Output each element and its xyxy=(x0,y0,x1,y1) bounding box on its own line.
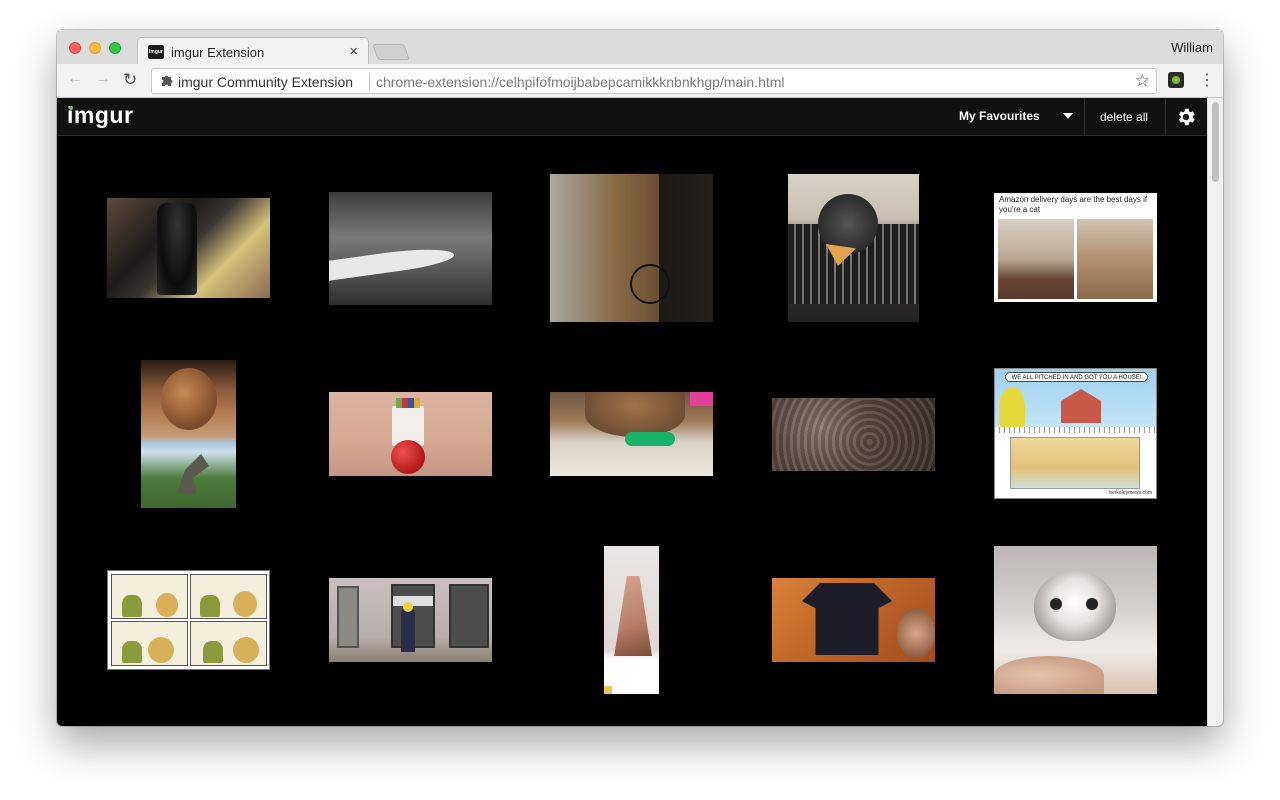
gallery-thumbnail[interactable] xyxy=(772,398,935,471)
browser-toolbar: ← → ↻ imgur Community Extension chrome-e… xyxy=(57,64,1223,98)
page-scrollbar[interactable] xyxy=(1207,98,1223,726)
profile-name[interactable]: William xyxy=(1171,40,1213,55)
imgur-logo[interactable]: imgur xyxy=(67,102,133,129)
gallery-thumbnail[interactable] xyxy=(329,578,492,662)
browser-tab[interactable]: imgur imgur Extension × xyxy=(137,37,369,65)
tab-close-icon[interactable]: × xyxy=(349,43,358,60)
gallery-thumbnail[interactable] xyxy=(107,198,270,298)
address-bar[interactable]: imgur Community Extension chrome-extensi… xyxy=(151,68,1157,94)
extension-button-icon[interactable] xyxy=(1168,72,1184,88)
page-viewport: imgur My Favourites delete all Amazon de… xyxy=(57,98,1223,726)
gallery-thumbnail[interactable] xyxy=(550,392,713,476)
url-text[interactable]: chrome-extension://celhpifofmoijbabepcam… xyxy=(376,74,785,90)
gallery-thumbnail[interactable] xyxy=(141,360,236,508)
favourites-dropdown-label: My Favourites xyxy=(959,109,1040,123)
comic-caption: WE ALL PITCHED IN AND GOT YOU A HOUSE! xyxy=(1005,372,1148,382)
reload-icon[interactable]: ↻ xyxy=(123,70,137,90)
gallery-thumbnail[interactable] xyxy=(107,570,270,670)
favourites-dropdown[interactable]: My Favourites xyxy=(949,98,1084,136)
window-close-button[interactable] xyxy=(69,42,81,54)
dropdown-caret-icon xyxy=(1063,113,1073,119)
comic-footer: berkeleymews.com xyxy=(1109,490,1152,496)
gallery-thumbnail[interactable] xyxy=(788,174,919,322)
gallery-thumbnail[interactable] xyxy=(329,392,492,476)
gallery-thumbnail[interactable] xyxy=(772,578,935,662)
new-tab-button[interactable] xyxy=(372,44,410,60)
meme-caption: Amazon delivery days are the best days i… xyxy=(999,195,1148,214)
delete-all-label: delete all xyxy=(1100,110,1149,124)
settings-gear-icon[interactable] xyxy=(1175,106,1197,128)
gallery-thumbnail[interactable] xyxy=(994,546,1157,694)
scrollbar-thumb[interactable] xyxy=(1212,102,1219,182)
appbar-divider xyxy=(1165,98,1166,136)
window-maximize-button[interactable] xyxy=(109,42,121,54)
forward-arrow-icon[interactable]: → xyxy=(95,70,111,88)
browser-menu-icon[interactable]: ⋮ xyxy=(1199,70,1215,90)
tab-title: imgur Extension xyxy=(171,45,265,60)
gallery-thumbnail[interactable]: Amazon delivery days are the best days i… xyxy=(994,193,1157,302)
back-arrow-icon[interactable]: ← xyxy=(67,70,83,88)
imgur-app-bar: imgur My Favourites delete all xyxy=(57,98,1207,136)
gallery-thumbnail[interactable] xyxy=(329,192,492,305)
bookmark-star-icon[interactable]: ☆ xyxy=(1135,71,1150,91)
title-bar: imgur imgur Extension × William xyxy=(57,30,1223,65)
site-name: imgur Community Extension xyxy=(178,74,354,90)
gallery-thumbnail[interactable]: WE ALL PITCHED IN AND GOT YOU A HOUSE! b… xyxy=(994,368,1157,499)
gallery-thumbnail[interactable] xyxy=(604,546,659,694)
delete-all-button[interactable]: delete all xyxy=(1085,98,1165,136)
puzzle-extension-icon xyxy=(162,75,173,86)
window-minimize-button[interactable] xyxy=(89,42,101,54)
imgur-favicon-icon: imgur xyxy=(148,45,164,59)
gallery-thumbnail[interactable] xyxy=(550,174,713,322)
browser-window: imgur imgur Extension × William ← → ↻ im… xyxy=(57,30,1223,726)
omnibox-divider xyxy=(369,74,370,90)
